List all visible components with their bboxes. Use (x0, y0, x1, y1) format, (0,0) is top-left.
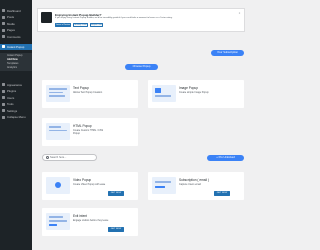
search-box (42, 154, 97, 161)
video-popup-card[interactable]: Video Popup Create Video Popup with ease… (42, 172, 138, 200)
image-popup-card[interactable]: Image Popup Create simple Image Popup (148, 80, 244, 108)
sidebar-item-label: Dashboard (7, 8, 21, 13)
sidebar-item-label: Collapse Menu (7, 115, 26, 120)
sidebar-item-label: Plugins (7, 89, 17, 94)
sidebar-item-posts[interactable]: Posts (0, 15, 32, 21)
plugin-logo-icon (41, 12, 52, 23)
close-icon[interactable]: × (238, 11, 241, 15)
sidebar-item-media[interactable]: Media (0, 21, 32, 27)
submenu-item-analytics[interactable]: Analytics (0, 66, 32, 70)
notice-title: Enjoying Instant Popup Builder? (55, 12, 102, 17)
sidebar-item-comments[interactable]: Comments (0, 34, 32, 40)
wrench-icon (2, 102, 5, 106)
users-icon (2, 96, 5, 100)
admin-sidebar: Dashboard Posts Media Pages Comments Ins… (0, 0, 32, 250)
brush-icon (2, 83, 5, 87)
comment-icon (2, 35, 5, 39)
get-now-button[interactable]: GET NOW (214, 191, 230, 196)
pro-unlocked-label: Pro Unlocked (218, 156, 235, 160)
sidebar-item-label: Tools (7, 102, 14, 107)
text-popup-card[interactable]: Text Popup Allows Text Popup Creation (42, 80, 138, 108)
sidebar-item-label: Pages (7, 28, 15, 33)
card-title: Image Popup (179, 86, 198, 90)
video-popup-thumbnail (46, 177, 70, 194)
image-popup-thumbnail (152, 85, 176, 102)
media-icon (2, 22, 5, 26)
search-input[interactable] (50, 156, 94, 159)
subscription-popup-card[interactable]: Subscription ( email ) Capture Users ema… (148, 172, 244, 200)
sidebar-item-users[interactable]: Users (0, 95, 32, 101)
sidebar-collapse-menu[interactable]: Collapse Menu (0, 115, 32, 121)
card-title: HTML Popup (73, 124, 92, 128)
pin-icon (2, 15, 5, 19)
sidebar-item-pages[interactable]: Pages (0, 28, 32, 34)
popup-icon (2, 45, 5, 49)
choose-popup-button[interactable]: Choose Popup (125, 63, 158, 70)
your-subscription-button[interactable]: Your Subscription (211, 49, 244, 56)
sidebar-item-label: Media (7, 21, 15, 26)
card-title: Subscription ( email ) (179, 178, 209, 182)
notice-text: If you enjoy using Instant Popup Builder… (55, 17, 173, 19)
page-icon (2, 28, 5, 32)
sidebar-item-plugins[interactable]: Plugins (0, 89, 32, 95)
get-now-button[interactable]: GET NOW (108, 191, 124, 196)
collapse-icon (2, 115, 5, 119)
card-description: Capture Users email (179, 182, 201, 186)
text-popup-thumbnail (46, 85, 70, 102)
sidebar-item-settings[interactable]: Settings (0, 108, 32, 114)
sidebar-item-tools[interactable]: Tools (0, 102, 32, 108)
card-description: Engage visitors before they leave (73, 218, 109, 222)
card-title: Exit intent (73, 214, 87, 218)
sidebar-item-label: Users (7, 95, 15, 100)
dashboard-icon (2, 9, 5, 13)
sidebar-item-label: Appearance (7, 82, 23, 87)
card-title: Text Popup (73, 86, 89, 90)
sidebar-item-dashboard[interactable]: Dashboard (0, 8, 32, 14)
already-done-button[interactable]: Already Done (73, 22, 88, 27)
card-description: Create Custom HTML / CSS Popup (73, 128, 104, 135)
sidebar-item-label: Posts (7, 15, 14, 20)
review-notice: Enjoying Instant Popup Builder? If you e… (37, 8, 245, 32)
sidebar-item-appearance[interactable]: Appearance (0, 82, 32, 88)
subscription-popup-thumbnail (152, 177, 176, 194)
sidebar-item-label: Comments (7, 34, 21, 39)
pro-unlocked-button[interactable]: + Pro Unlocked (207, 154, 244, 161)
card-description: Create simple Image Popup (179, 90, 209, 94)
leave-review-button[interactable]: Leave a Review (55, 22, 71, 27)
sidebar-item-instant-popup[interactable]: Instant Popup (0, 44, 32, 50)
exit-intent-card[interactable]: Exit intent Engage visitors before they … (42, 208, 138, 236)
settings-icon (2, 109, 5, 113)
card-description: Create Video Popup with ease (73, 182, 106, 186)
get-now-button[interactable]: GET NOW (108, 227, 124, 232)
sidebar-item-label: Instant Popup (7, 44, 25, 49)
sidebar-item-label: Settings (7, 108, 18, 113)
maybe-later-button[interactable]: Maybe Later (90, 22, 103, 27)
html-popup-thumbnail (46, 123, 70, 140)
exit-intent-thumbnail (46, 213, 70, 230)
plugin-icon (2, 89, 5, 93)
card-title: Video Popup (73, 178, 92, 182)
card-description: Allows Text Popup Creation (73, 90, 103, 94)
search-icon (45, 156, 49, 159)
html-popup-card[interactable]: HTML Popup Create Custom HTML / CSS Popu… (42, 118, 138, 146)
